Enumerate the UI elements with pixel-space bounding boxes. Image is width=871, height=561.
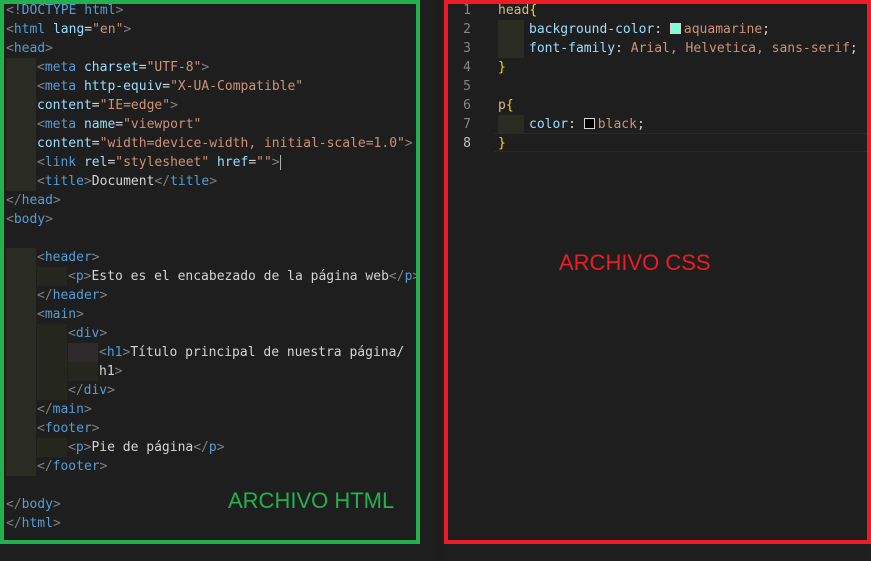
html-code-line: <div>	[68, 326, 108, 341]
css-line-number: 5	[463, 79, 471, 94]
indent-guide	[37, 362, 67, 381]
css-line-7: color: black;	[529, 117, 645, 132]
indent-guide	[6, 134, 36, 153]
indent-guide	[6, 438, 36, 457]
indent-guide	[6, 58, 36, 77]
html-code-line: content="IE=edge">	[37, 98, 178, 113]
html-code-line: </html>	[6, 516, 61, 531]
indent-guide	[498, 20, 524, 39]
html-code-line: </footer>	[37, 459, 108, 474]
html-code-line: <meta name="viewport"	[37, 117, 202, 132]
html-code-line: <link rel="stylesheet" href="">	[37, 155, 281, 170]
indent-guide	[68, 343, 98, 362]
indent-guide	[498, 115, 524, 134]
css-line-2: background-color: aquamarine;	[529, 22, 770, 37]
css-line-number: 1	[463, 3, 471, 18]
indent-guide	[37, 381, 67, 400]
html-code-line: <p>Esto es el encabezado de la página we…	[68, 269, 421, 284]
css-line-4: }	[498, 60, 506, 75]
indent-guide	[6, 172, 36, 191]
indent-guide	[68, 362, 98, 381]
indent-guide	[6, 77, 36, 96]
css-line-number: 3	[463, 41, 471, 56]
html-code-line: <main>	[37, 307, 84, 322]
indent-guide	[37, 267, 67, 286]
indent-guide	[37, 324, 67, 343]
html-code-line: content="width=device-width, initial-sca…	[37, 136, 413, 151]
indent-guide	[6, 248, 36, 267]
indent-guide	[6, 343, 36, 362]
indent-guide	[37, 343, 67, 362]
indent-guide	[498, 39, 524, 58]
css-line-6: p{	[498, 98, 514, 113]
css-line-3: font-family: Arial, Helvetica, sans-seri…	[529, 41, 858, 56]
css-editor-pane[interactable]	[438, 0, 871, 561]
indent-guide	[6, 362, 36, 381]
html-code-line: </div>	[68, 383, 115, 398]
css-line-number: 8	[463, 136, 471, 151]
html-code-line: <head>	[6, 41, 53, 56]
html-code-line: </head>	[6, 193, 61, 208]
html-code-line: <body>	[6, 212, 53, 227]
html-code-line: <meta http-equiv="X-UA-Compatible"	[37, 79, 304, 94]
html-file-label: ARCHIVO HTML	[228, 488, 395, 513]
css-line-1: head{	[498, 3, 538, 18]
html-code-line: <title>Document</title>	[37, 174, 218, 189]
html-code-line: </header>	[37, 288, 108, 303]
indent-guide	[6, 115, 36, 134]
css-line-8: }	[498, 136, 506, 151]
html-code-line: </body>	[6, 497, 61, 512]
indent-guide	[6, 153, 36, 172]
text-cursor	[279, 155, 281, 170]
css-line-number: 6	[463, 98, 471, 113]
css-line-number: 7	[463, 117, 471, 132]
indent-guide	[6, 457, 36, 476]
html-code-line: <h1>Título principal de nuestra página/	[99, 345, 405, 360]
css-line-number: 2	[463, 22, 471, 37]
current-line-highlight	[494, 133, 867, 152]
css-file-label: ARCHIVO CSS	[559, 250, 711, 275]
css-line-number: 4	[463, 60, 471, 75]
indent-guide	[6, 419, 36, 438]
html-code-line: <footer>	[37, 421, 100, 436]
html-code-line: <html lang="en">	[6, 22, 132, 37]
html-code-line: </main>	[37, 402, 92, 417]
indent-guide	[6, 286, 36, 305]
html-code-line: <!DOCTYPE html>	[6, 3, 124, 18]
indent-guide	[6, 96, 36, 115]
indent-guide	[6, 267, 36, 286]
indent-guide	[6, 324, 36, 343]
indent-guide	[6, 400, 36, 419]
html-code-line: h1>	[99, 364, 123, 379]
indent-guide	[37, 438, 67, 457]
html-code-line: <meta charset="UTF-8">	[37, 60, 210, 75]
indent-guide	[6, 381, 36, 400]
html-code-line: <p>Pie de página</p>	[68, 440, 225, 455]
html-code-line: <header>	[37, 250, 100, 265]
black-swatch-icon[interactable]	[583, 118, 595, 129]
indent-guide	[6, 305, 36, 324]
aquamarine-swatch-icon[interactable]	[669, 23, 681, 34]
